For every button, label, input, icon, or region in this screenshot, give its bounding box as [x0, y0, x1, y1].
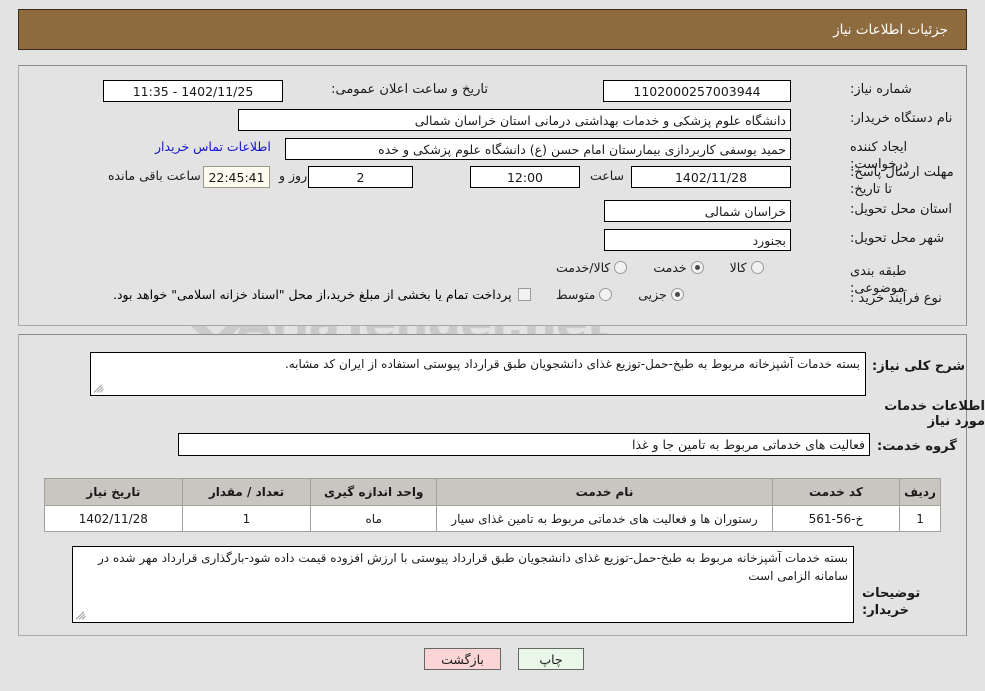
province-value: خراسان شمالی [604, 200, 791, 222]
back-button[interactable]: بازگشت [424, 648, 501, 670]
services-heading: اطلاعات خدمات مورد نیاز [884, 399, 985, 429]
cell-row-no: 1 [899, 505, 941, 532]
col-service-name: نام خدمت [436, 478, 773, 506]
cell-quantity: 1 [181, 505, 312, 532]
radio-icon-jozii[interactable] [670, 288, 684, 301]
page-title: جزئیات اطلاعات نیاز [833, 21, 948, 38]
deadline-days: 2 [308, 166, 413, 188]
radio-icon-khedmat[interactable] [690, 261, 704, 274]
city-label: شهر محل تحویل: [850, 231, 945, 246]
cell-need-date: 1402/11/28 [44, 505, 183, 532]
deadline-label: مهلت ارسال پاسخ: تا تاریخ: [850, 165, 954, 197]
need-number-label: شماره نیاز: [850, 82, 912, 97]
deadline-date: 1402/11/28 [631, 166, 791, 188]
services-table: ردیف کد خدمت نام خدمت واحد اندازه گیری ت… [44, 478, 941, 532]
buyer-org-value: دانشگاه علوم پزشکی و خدمات بهداشتی درمان… [238, 109, 791, 131]
deadline-countdown-label: ساعت باقی مانده [108, 168, 201, 183]
category-option-kala-khedmat-label: کالا/خدمت [556, 260, 611, 275]
deadline-countdown: 22:45:41 [203, 166, 270, 188]
table-row[interactable]: 1 خ-56-561 رستوران ها و فعالیت های خدمات… [44, 505, 941, 532]
category-option-khedmat[interactable]: خدمت [653, 260, 704, 275]
cell-service-code: خ-56-561 [771, 505, 901, 532]
cell-service-name: رستوران ها و فعالیت های خدماتی مربوط به … [436, 505, 773, 532]
need-number-value: 1102000257003944 [603, 80, 791, 102]
buyer-notes-label: توضیحات خریدار: [862, 586, 921, 618]
radio-icon-kala[interactable] [750, 261, 764, 274]
cell-unit: ماه [310, 505, 438, 532]
service-group-label: گروه خدمت: [877, 439, 957, 454]
resize-grip-icon-buyer-notes[interactable] [75, 609, 87, 621]
general-desc-label: شرح کلی نیاز: [872, 359, 966, 374]
province-label: استان محل تحویل: [850, 202, 952, 217]
category-option-kala-label: کالا [729, 260, 747, 275]
page-root: V AriaTender.net جزئیات اطلاعات نیاز شما… [0, 0, 985, 691]
table-header-row: ردیف کد خدمت نام خدمت واحد اندازه گیری ت… [44, 478, 941, 506]
checkbox-icon-treasury-bond[interactable] [517, 288, 531, 301]
buyer-notes-value: بسته خدمات آشپزخانه مربوط به طبخ-حمل-توز… [98, 551, 848, 583]
category-radio-group: کالا خدمت کالا/خدمت [556, 260, 764, 275]
process-type-label: نوع فرآیند خرید : [850, 291, 942, 306]
process-option-jozii[interactable]: جزیی [638, 287, 684, 302]
general-desc-value: بسته خدمات آشپزخانه مربوط به طبخ-حمل-توز… [284, 357, 860, 371]
treasury-bond-checkbox-label: پرداخت تمام یا بخشی از مبلغ خرید،از محل … [113, 287, 512, 302]
category-option-kala[interactable]: کالا [730, 260, 764, 275]
public-announce-label: تاریخ و ساعت اعلان عمومی: [331, 82, 488, 97]
buyer-contact-link[interactable]: اطلاعات تماس خریدار [150, 139, 276, 154]
category-option-khedmat-label: خدمت [653, 260, 687, 275]
public-announce-value: 1402/11/25 - 11:35 [103, 80, 283, 102]
process-option-jozii-label: جزیی [638, 287, 667, 302]
col-quantity: تعداد / مقدار [181, 478, 312, 506]
page-title-bar: جزئیات اطلاعات نیاز [18, 9, 967, 50]
radio-icon-kala-khedmat[interactable] [614, 261, 628, 274]
city-value: بجنورد [604, 229, 791, 251]
deadline-days-label: روز و [279, 168, 308, 183]
deadline-hour-label: ساعت [590, 168, 625, 183]
buyer-org-label: نام دستگاه خریدار: [850, 111, 953, 126]
general-desc-textarea[interactable]: بسته خدمات آشپزخانه مربوط به طبخ-حمل-توز… [90, 352, 866, 396]
col-unit: واحد اندازه گیری [310, 478, 438, 506]
process-option-motevaset-label: متوسط [556, 287, 596, 302]
resize-grip-icon-general-desc[interactable] [93, 382, 105, 394]
col-service-code: کد خدمت [771, 478, 901, 506]
deadline-hour: 12:00 [470, 166, 580, 188]
process-type-radio-group: جزیی متوسط [556, 287, 684, 302]
service-group-value: فعالیت های خدماتی مربوط به تامین جا و غذ… [178, 433, 870, 456]
col-row-no: ردیف [899, 478, 941, 506]
col-need-date: تاریخ نیاز [44, 478, 183, 506]
treasury-bond-checkbox-row[interactable]: پرداخت تمام یا بخشی از مبلغ خرید،از محل … [113, 287, 531, 302]
buyer-notes-textarea[interactable]: بسته خدمات آشپزخانه مربوط به طبخ-حمل-توز… [72, 546, 854, 623]
requester-value: حمید یوسفی کاربردازی بیمارستان امام حسن … [285, 138, 791, 160]
category-option-kala-khedmat[interactable]: کالا/خدمت [556, 260, 628, 275]
radio-icon-motevaset[interactable] [599, 288, 613, 301]
process-option-motevaset[interactable]: متوسط [556, 287, 613, 302]
print-button[interactable]: چاپ [518, 648, 584, 670]
